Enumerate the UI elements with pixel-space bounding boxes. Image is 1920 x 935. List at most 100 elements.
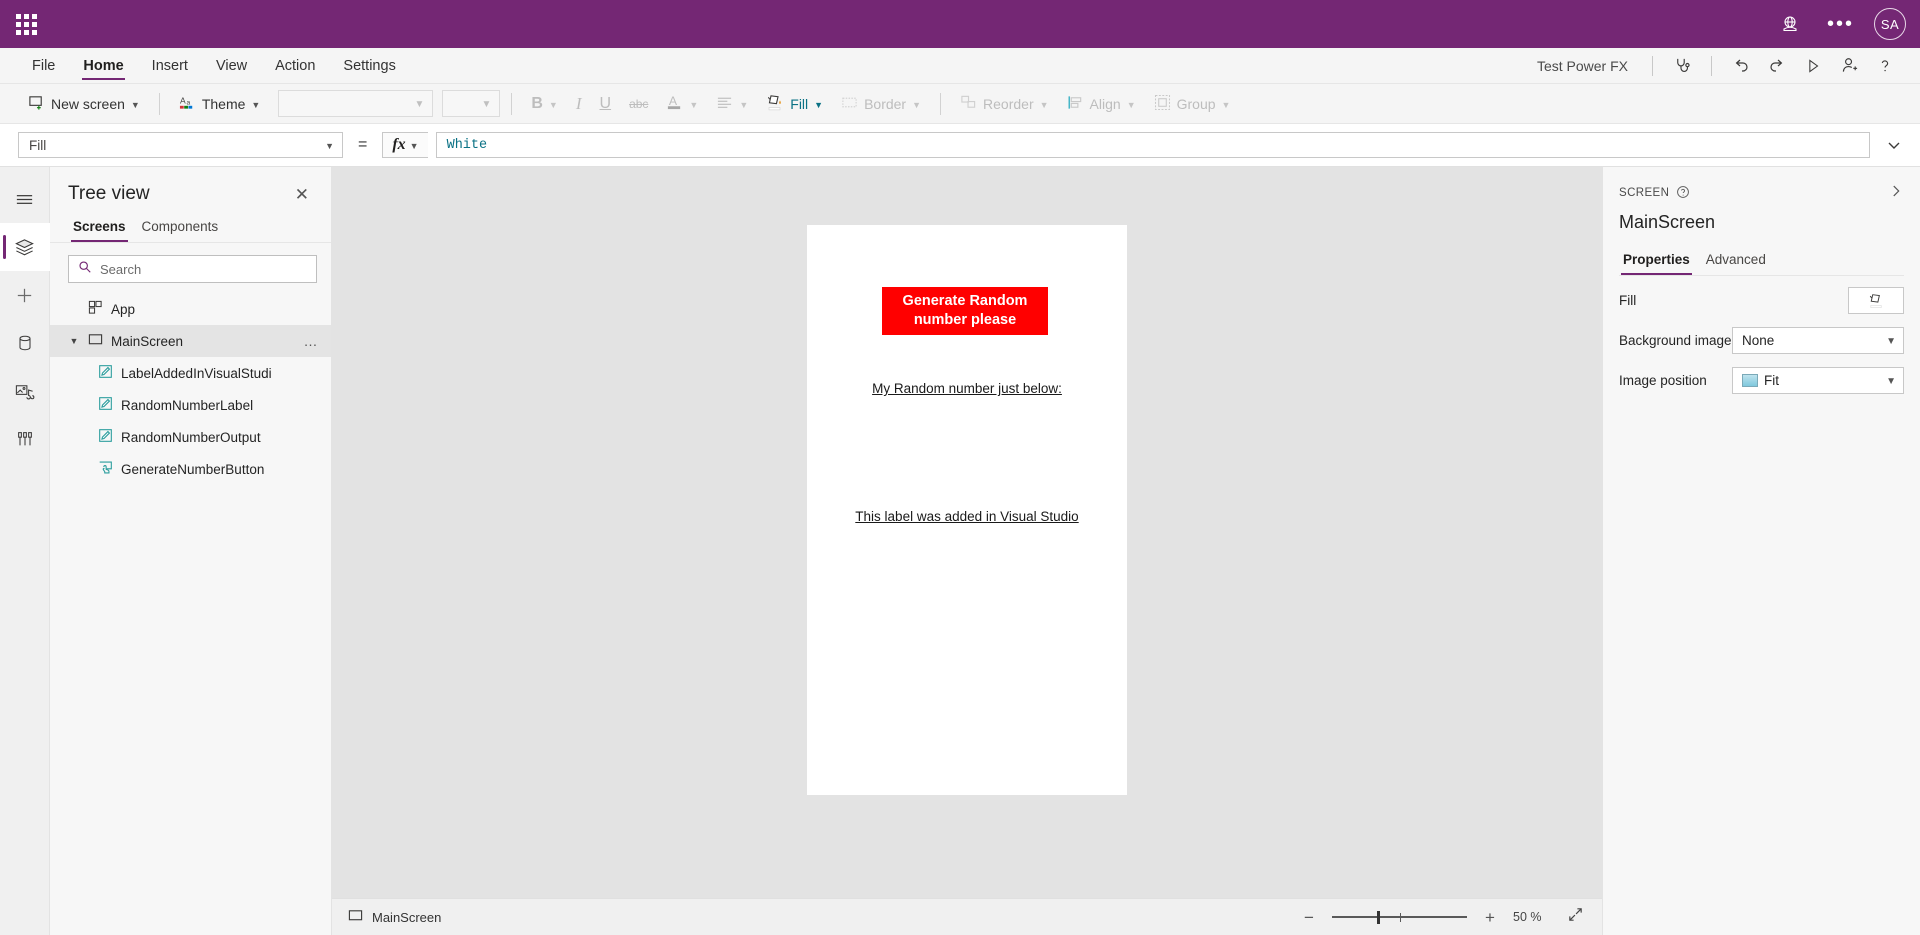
fill-button[interactable]: Fill ▼: [758, 89, 831, 119]
menu-item-file[interactable]: File: [18, 48, 69, 83]
app-screen-canvas[interactable]: Generate Random number please My Random …: [807, 225, 1127, 795]
status-screen-indicator[interactable]: MainScreen: [348, 908, 441, 926]
tree-item-labeladdedinvisualstudi[interactable]: LabelAddedInVisualStudi: [50, 357, 331, 389]
tab-screens[interactable]: Screens: [68, 215, 131, 242]
tree-item-randomnumberoutput[interactable]: RandomNumberOutput: [50, 421, 331, 453]
chevron-down-icon: ▼: [739, 100, 748, 110]
property-select[interactable]: Fill ▼: [18, 132, 343, 158]
new-screen-button[interactable]: New screen ▼: [20, 89, 148, 119]
underline-button[interactable]: U: [592, 89, 620, 119]
border-button[interactable]: Border ▼: [833, 89, 929, 119]
zoom-slider[interactable]: [1332, 910, 1467, 924]
stethoscope-icon[interactable]: [1665, 49, 1699, 83]
zoom-slider-thumb[interactable]: [1377, 911, 1380, 924]
close-icon[interactable]: ✕: [295, 186, 309, 203]
chevron-down-icon[interactable]: ▼: [68, 336, 80, 346]
media-icon[interactable]: [0, 367, 50, 415]
zoom-unit: %: [1530, 910, 1541, 924]
canvas-area[interactable]: Generate Random number please My Random …: [332, 167, 1602, 898]
strikethrough-button[interactable]: abc: [621, 89, 656, 119]
menu-item-settings[interactable]: Settings: [329, 48, 409, 83]
more-options-button[interactable]: •••: [1827, 19, 1854, 29]
random-number-output[interactable]: [827, 453, 1107, 493]
random-number-label[interactable]: My Random number just below:: [827, 380, 1107, 398]
test-power-fx-button[interactable]: Test Power FX: [1525, 58, 1640, 74]
zoom-in-button[interactable]: +: [1481, 909, 1499, 926]
generate-number-button[interactable]: Generate Random number please: [882, 287, 1048, 335]
border-label: Border: [864, 96, 906, 112]
redo-icon[interactable]: [1760, 49, 1794, 83]
avatar[interactable]: SA: [1874, 8, 1906, 40]
fit-to-screen-icon[interactable]: [1567, 906, 1584, 928]
tree-item-more-icon[interactable]: …: [304, 338, 320, 344]
theme-button[interactable]: A a Theme ▼: [171, 89, 269, 119]
powerapps-studio: ••• SA File Home Insert View Action Sett…: [0, 0, 1920, 935]
hamburger-menu-icon[interactable]: [0, 175, 50, 223]
top-bar: ••• SA: [0, 0, 1920, 48]
menu-item-view[interactable]: View: [202, 48, 261, 83]
font-size-select[interactable]: ▼: [442, 90, 500, 117]
properties-kicker: SCREEN: [1619, 185, 1690, 202]
reorder-button[interactable]: Reorder ▼: [952, 89, 1057, 119]
tree-view-panel: Tree view ✕ Screens Components: [50, 167, 332, 935]
tab-components[interactable]: Components: [137, 215, 224, 242]
tree-view-title: Tree view: [68, 183, 150, 205]
chevron-down-icon: ▼: [1886, 336, 1896, 347]
tree-item-generatenumberbutton[interactable]: GenerateNumberButton: [50, 453, 331, 485]
tree-item-app[interactable]: App: [50, 293, 331, 325]
font-color-button[interactable]: A ▼: [658, 89, 706, 119]
divider: [1652, 56, 1653, 76]
tree-item-randomnumberlabel[interactable]: RandomNumberLabel: [50, 389, 331, 421]
properties-header: SCREEN: [1619, 167, 1904, 203]
svg-text:A: A: [180, 95, 186, 105]
align-icon: [716, 95, 733, 113]
reorder-label: Reorder: [983, 96, 1034, 112]
theme-label: Theme: [202, 96, 246, 112]
text-align-button[interactable]: ▼: [708, 89, 756, 119]
image-position-select[interactable]: Fit ▼: [1732, 367, 1904, 394]
label-added-in-visual-studio[interactable]: This label was added in Visual Studio: [847, 508, 1087, 526]
formula-input[interactable]: White: [436, 132, 1870, 158]
menu-item-insert[interactable]: Insert: [138, 48, 202, 83]
chevron-down-icon: ▼: [549, 100, 558, 110]
tree-item-label: MainScreen: [111, 334, 183, 349]
chevron-right-icon[interactable]: [1888, 183, 1904, 203]
search-input[interactable]: [100, 262, 307, 277]
align-objects-button[interactable]: Align ▼: [1059, 89, 1144, 119]
data-sources-icon[interactable]: [0, 319, 50, 367]
group-button[interactable]: Group ▼: [1146, 89, 1239, 119]
menu-items: File Home Insert View Action Settings: [18, 48, 410, 83]
menu-bar-right: Test Power FX: [1525, 48, 1920, 83]
tree-view-header: Tree view ✕: [50, 167, 331, 205]
bold-button[interactable]: B ▼: [523, 89, 565, 119]
search-box[interactable]: [68, 255, 317, 283]
undo-icon[interactable]: [1724, 49, 1758, 83]
tab-advanced[interactable]: Advanced: [1702, 249, 1770, 275]
label-icon: [98, 428, 113, 446]
menu-item-home[interactable]: Home: [69, 48, 137, 83]
app-grid-icon: [88, 300, 103, 318]
advanced-tools-icon[interactable]: [0, 415, 50, 463]
italic-button[interactable]: I: [568, 89, 590, 119]
tree-view-layers-icon[interactable]: [0, 223, 50, 271]
play-preview-icon[interactable]: [1796, 49, 1830, 83]
divider: [511, 93, 512, 115]
help-circle-icon[interactable]: [1676, 185, 1690, 202]
tree-search-wrap: [50, 243, 331, 291]
add-user-icon[interactable]: [1832, 49, 1866, 83]
zoom-out-button[interactable]: −: [1300, 909, 1318, 926]
help-question-icon[interactable]: [1868, 49, 1902, 83]
globe-environment-icon[interactable]: [1773, 7, 1807, 41]
background-image-select[interactable]: None ▼: [1732, 327, 1904, 354]
fx-button[interactable]: fx ▼: [382, 132, 427, 158]
tab-properties[interactable]: Properties: [1619, 249, 1694, 275]
app-launcher-icon[interactable]: [6, 4, 46, 44]
tree-item-mainscreen[interactable]: ▼ MainScreen …: [50, 325, 331, 357]
menu-item-action[interactable]: Action: [261, 48, 329, 83]
font-family-select[interactable]: ▼: [278, 90, 433, 117]
chevron-down-icon: ▼: [1222, 100, 1231, 110]
formula-expand-button[interactable]: [1878, 136, 1910, 154]
property-row-background-image: Background image None ▼: [1619, 324, 1904, 356]
insert-plus-icon[interactable]: [0, 271, 50, 319]
fill-color-picker-button[interactable]: [1848, 287, 1904, 314]
